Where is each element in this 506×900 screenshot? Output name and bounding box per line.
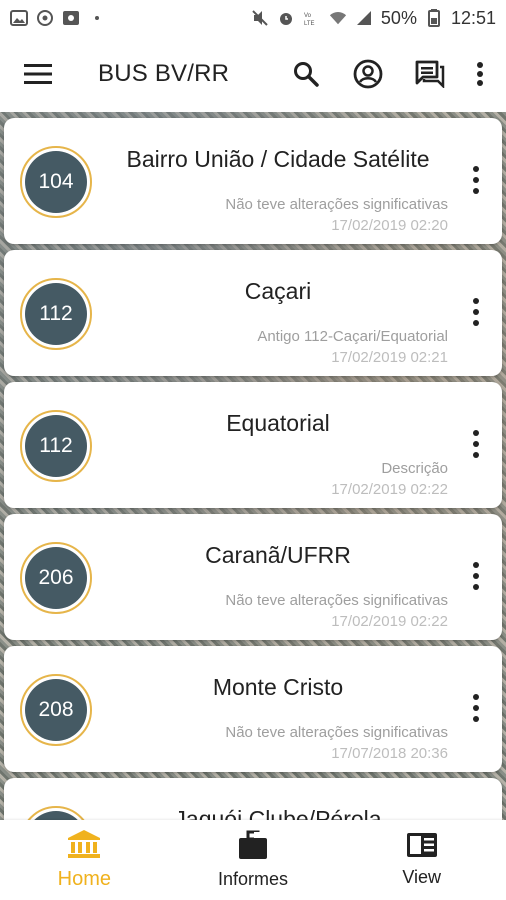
route-number: 112: [25, 415, 87, 477]
route-number-badge: 104: [20, 146, 92, 218]
account-icon[interactable]: [344, 50, 392, 98]
view-list-icon: [406, 832, 438, 863]
route-description: Não teve alterações significativas: [225, 196, 448, 213]
route-name: Caranã/UFRR: [205, 542, 351, 568]
clock: 12:51: [450, 7, 496, 28]
route-number-badge: 206: [20, 542, 92, 614]
route-list: 104 Bairro União / Cidade Satélite Não t…: [4, 118, 502, 844]
status-right: Vo LTE 50% 12:51: [251, 8, 496, 29]
status-left: [10, 10, 106, 26]
messages-icon[interactable]: [406, 50, 454, 98]
route-number-badge: 112: [20, 410, 92, 482]
battery-icon: [425, 9, 443, 27]
nav-home-label: Home: [57, 868, 112, 890]
route-date: 17/02/2019 02:20: [331, 217, 448, 234]
route-date: 17/02/2019 02:22: [331, 481, 448, 498]
more-options-icon[interactable]: [464, 294, 488, 330]
route-description: Não teve alterações significativas: [225, 592, 448, 609]
more-options-icon[interactable]: [464, 426, 488, 462]
more-options-icon[interactable]: [464, 162, 488, 198]
route-date: 17/02/2019 02:22: [331, 613, 448, 630]
volte-icon: Vo LTE: [303, 10, 321, 26]
signal-icon: [355, 10, 373, 26]
battery-percent: 50%: [380, 7, 417, 28]
dot-icon: [88, 10, 106, 26]
whatsapp-notification-icon: [36, 10, 54, 26]
route-card[interactable]: 208 Monte Cristo Não teve alterações sig…: [4, 646, 502, 772]
alarm-icon: [277, 10, 295, 26]
route-name: Bairro União / Cidade Satélite: [126, 146, 430, 172]
briefcase-icon: [238, 830, 268, 865]
svg-text:LTE: LTE: [304, 21, 315, 26]
route-card[interactable]: 104 Bairro União / Cidade Satélite Não t…: [4, 118, 502, 244]
route-name: Caçari: [244, 278, 312, 304]
search-icon[interactable]: [282, 50, 330, 98]
svg-text:Vo: Vo: [304, 13, 312, 19]
bottom-navigation: Home Informes View: [0, 820, 506, 900]
route-card[interactable]: 206 Caranã/UFRR Não teve alterações sign…: [4, 514, 502, 640]
app-bar: BUS BV/RR: [0, 36, 506, 112]
route-number: 208: [25, 679, 87, 741]
route-number-badge: 208: [20, 674, 92, 746]
route-card[interactable]: 112 Equatorial Descrição 17/02/2019 02:2…: [4, 382, 502, 508]
route-name: Monte Cristo: [212, 674, 344, 700]
route-number: 206: [25, 547, 87, 609]
nav-informes[interactable]: Informes: [169, 820, 338, 900]
wifi-icon: [329, 10, 347, 26]
nav-informes-label: Informes: [217, 869, 289, 889]
mute-icon: [251, 10, 269, 26]
route-name: Equatorial: [226, 410, 330, 436]
status-bar: Vo LTE 50% 12:51: [0, 0, 506, 36]
nav-home[interactable]: Home: [0, 820, 169, 900]
more-options-icon[interactable]: [464, 690, 488, 726]
route-number: 112: [25, 283, 87, 345]
bank-icon: [67, 829, 101, 864]
nav-view[interactable]: View: [337, 820, 506, 900]
more-vert-icon[interactable]: [468, 50, 492, 98]
photo-notification-icon: [62, 10, 80, 26]
route-number: 104: [25, 151, 87, 213]
route-date: 17/07/2018 20:36: [331, 745, 448, 762]
gallery-notification-icon: [10, 10, 28, 26]
route-card[interactable]: 112 Caçari Antigo 112-Caçari/Equatorial …: [4, 250, 502, 376]
route-description: Não teve alterações significativas: [225, 724, 448, 741]
nav-view-label: View: [402, 867, 442, 887]
menu-icon[interactable]: [14, 50, 62, 98]
route-number-badge: 112: [20, 278, 92, 350]
more-options-icon[interactable]: [464, 558, 488, 594]
route-description: Descrição: [381, 460, 448, 477]
app-bar-actions: [282, 50, 492, 98]
route-date: 17/02/2019 02:21: [331, 349, 448, 366]
route-description: Antigo 112-Caçari/Equatorial: [257, 328, 448, 345]
app-title: BUS BV/RR: [98, 60, 230, 87]
